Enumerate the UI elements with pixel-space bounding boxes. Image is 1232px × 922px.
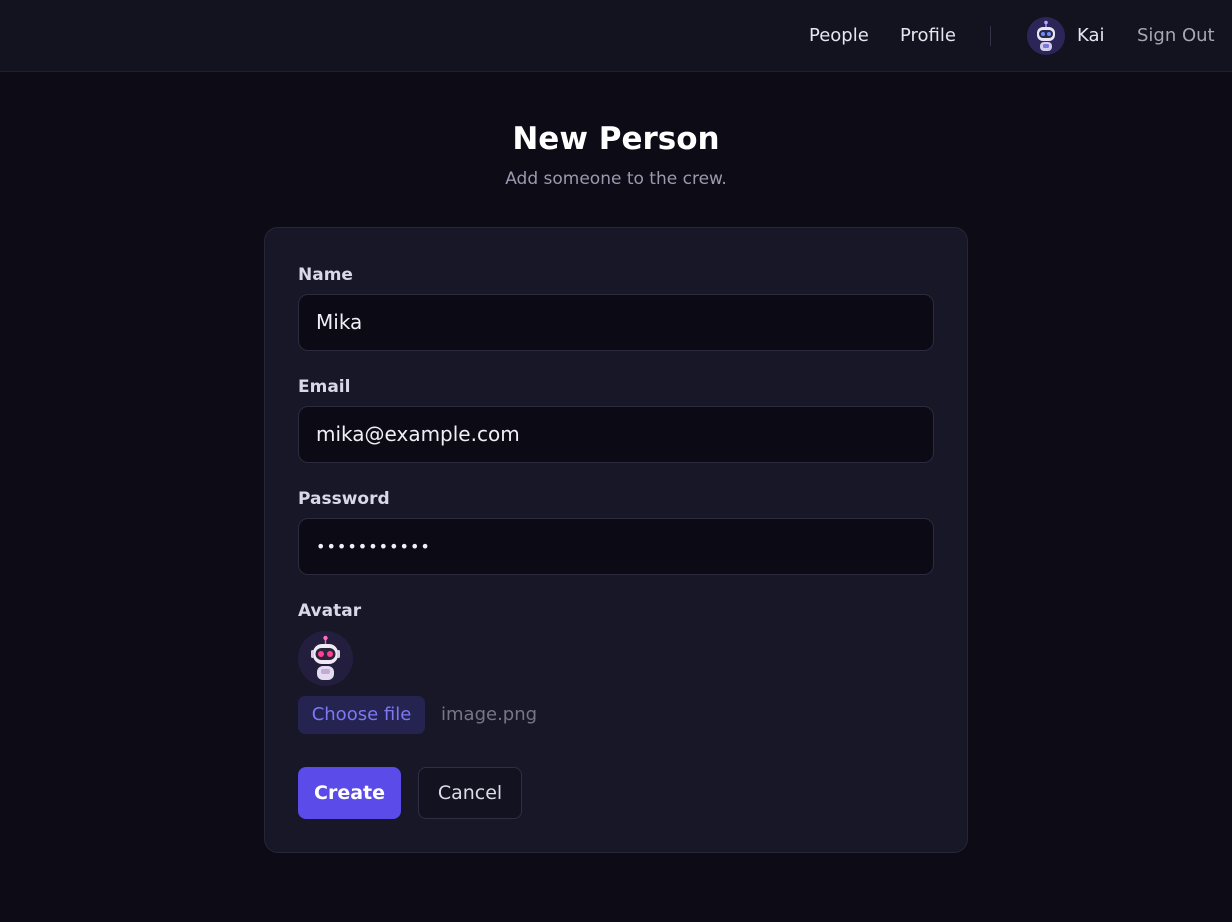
robot-avatar-icon[interactable] (1027, 17, 1065, 55)
avatar-label: Avatar (298, 601, 362, 621)
email-input[interactable]: mika@example.com (298, 406, 934, 463)
password-input[interactable]: ••••••••••• (298, 518, 934, 575)
selected-file-name: image.png (441, 704, 538, 725)
create-button[interactable]: Create (298, 767, 401, 819)
choose-file-button[interactable]: Choose file (298, 696, 425, 734)
name-input[interactable]: Mika (298, 294, 934, 351)
sign-out-link[interactable]: Sign Out (1137, 24, 1215, 48)
nav-profile-link[interactable]: Profile (900, 24, 956, 48)
password-label: Password (298, 489, 390, 509)
cancel-button[interactable]: Cancel (418, 767, 522, 819)
pink-robot-avatar-icon (298, 631, 353, 686)
page-title: New Person (512, 121, 720, 157)
nav-people-link[interactable]: People (809, 24, 869, 48)
email-label: Email (298, 377, 351, 397)
nav-divider (990, 26, 991, 46)
new-person-form: Name Mika Email mika@example.com Passwor… (264, 227, 968, 853)
current-user-name: Kai (1077, 25, 1105, 46)
page-subtitle: Add someone to the crew. (505, 169, 727, 189)
top-nav-bar: People Profile Kai Sign Out (0, 0, 1232, 72)
name-label: Name (298, 265, 353, 285)
